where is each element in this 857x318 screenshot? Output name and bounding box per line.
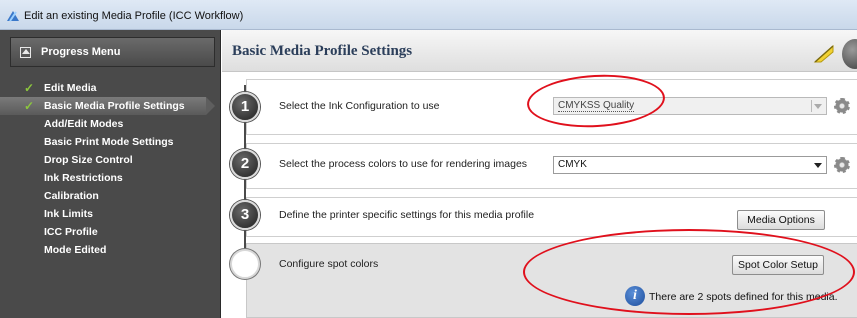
gear-icon[interactable]	[834, 98, 850, 114]
step-number-badge: 2	[230, 149, 260, 179]
step-4-text: Configure spot colors	[279, 258, 379, 270]
ink-configuration-select[interactable]: CMYKSS Quality	[553, 97, 827, 115]
step-process-colors: Select the process colors to use for ren…	[246, 143, 857, 189]
step-3-text: Define the printer specific settings for…	[279, 209, 535, 221]
app-icon	[7, 11, 19, 22]
ink-configuration-value: CMYKSS Quality	[558, 100, 635, 112]
collapse-icon	[20, 47, 31, 58]
menu-item-add-edit-modes[interactable]: Add/Edit Modes	[0, 115, 221, 133]
spot-count-message: There are 2 spots defined for this media…	[649, 291, 838, 303]
menu-item-ink-limits[interactable]: Ink Limits	[0, 205, 221, 223]
step-printer-settings: Define the printer specific settings for…	[246, 197, 857, 237]
menu-item-mode-edited[interactable]: Mode Edited	[0, 241, 221, 259]
progress-menu: ✓ Edit Media ✓ Basic Media Profile Setti…	[0, 79, 221, 259]
check-icon: ✓	[24, 81, 35, 95]
menu-item-basic-print-mode-settings[interactable]: Basic Print Mode Settings	[0, 133, 221, 151]
info-icon: i	[625, 286, 645, 306]
media-options-button[interactable]: Media Options	[737, 210, 825, 230]
chevron-down-icon	[814, 163, 822, 168]
menu-item-edit-media[interactable]: ✓ Edit Media	[0, 79, 221, 97]
menu-item-label: Mode Edited	[44, 244, 107, 256]
menu-item-label: Edit Media	[44, 82, 97, 94]
menu-item-label: Ink Limits	[44, 208, 94, 220]
menu-item-basic-media-profile-settings[interactable]: ✓ Basic Media Profile Settings	[0, 97, 215, 115]
menu-item-label: Basic Media Profile Settings	[44, 100, 185, 112]
menu-item-label: Add/Edit Modes	[44, 118, 124, 130]
process-colors-value: CMYK	[558, 159, 587, 170]
step-number-badge	[230, 249, 260, 279]
menu-item-drop-size-control[interactable]: Drop Size Control	[0, 151, 221, 169]
progress-menu-title: Progress Menu	[41, 46, 121, 58]
main-panel: Basic Media Profile Settings Select the …	[222, 30, 857, 318]
step-spot-colors: Configure spot colors Spot Color Setup i…	[246, 243, 857, 318]
menu-item-label: Calibration	[44, 190, 99, 202]
menu-item-label: Basic Print Mode Settings	[44, 136, 174, 148]
menu-item-label: Drop Size Control	[44, 154, 133, 166]
window-title: Edit an existing Media Profile (ICC Work…	[24, 10, 244, 22]
menu-item-label: ICC Profile	[44, 226, 98, 238]
spot-color-setup-button[interactable]: Spot Color Setup	[732, 255, 824, 275]
gear-icon[interactable]	[834, 157, 850, 173]
chevron-down-icon	[814, 104, 822, 109]
window-title-bar: Edit an existing Media Profile (ICC Work…	[0, 0, 857, 30]
check-icon: ✓	[24, 99, 35, 113]
menu-item-label: Ink Restrictions	[44, 172, 123, 184]
step-number-badge: 3	[230, 200, 260, 230]
step-1-text: Select the Ink Configuration to use	[279, 100, 440, 112]
process-colors-select[interactable]: CMYK	[553, 156, 827, 174]
help-icon[interactable]	[842, 39, 857, 69]
step-number-badge: 1	[230, 92, 260, 122]
flag-icon[interactable]	[812, 42, 836, 66]
page-title: Basic Media Profile Settings	[232, 43, 413, 59]
main-header: Basic Media Profile Settings	[222, 30, 857, 72]
menu-item-ink-restrictions[interactable]: Ink Restrictions	[0, 169, 221, 187]
step-2-text: Select the process colors to use for ren…	[279, 158, 528, 170]
select-separator	[811, 100, 812, 112]
progress-menu-header[interactable]: Progress Menu	[10, 37, 215, 67]
step-ink-configuration: Select the Ink Configuration to use CMYK…	[246, 79, 857, 135]
menu-item-calibration[interactable]: Calibration	[0, 187, 221, 205]
menu-item-icc-profile[interactable]: ICC Profile	[0, 223, 221, 241]
progress-sidebar: Progress Menu ✓ Edit Media ✓ Basic Media…	[0, 30, 221, 318]
